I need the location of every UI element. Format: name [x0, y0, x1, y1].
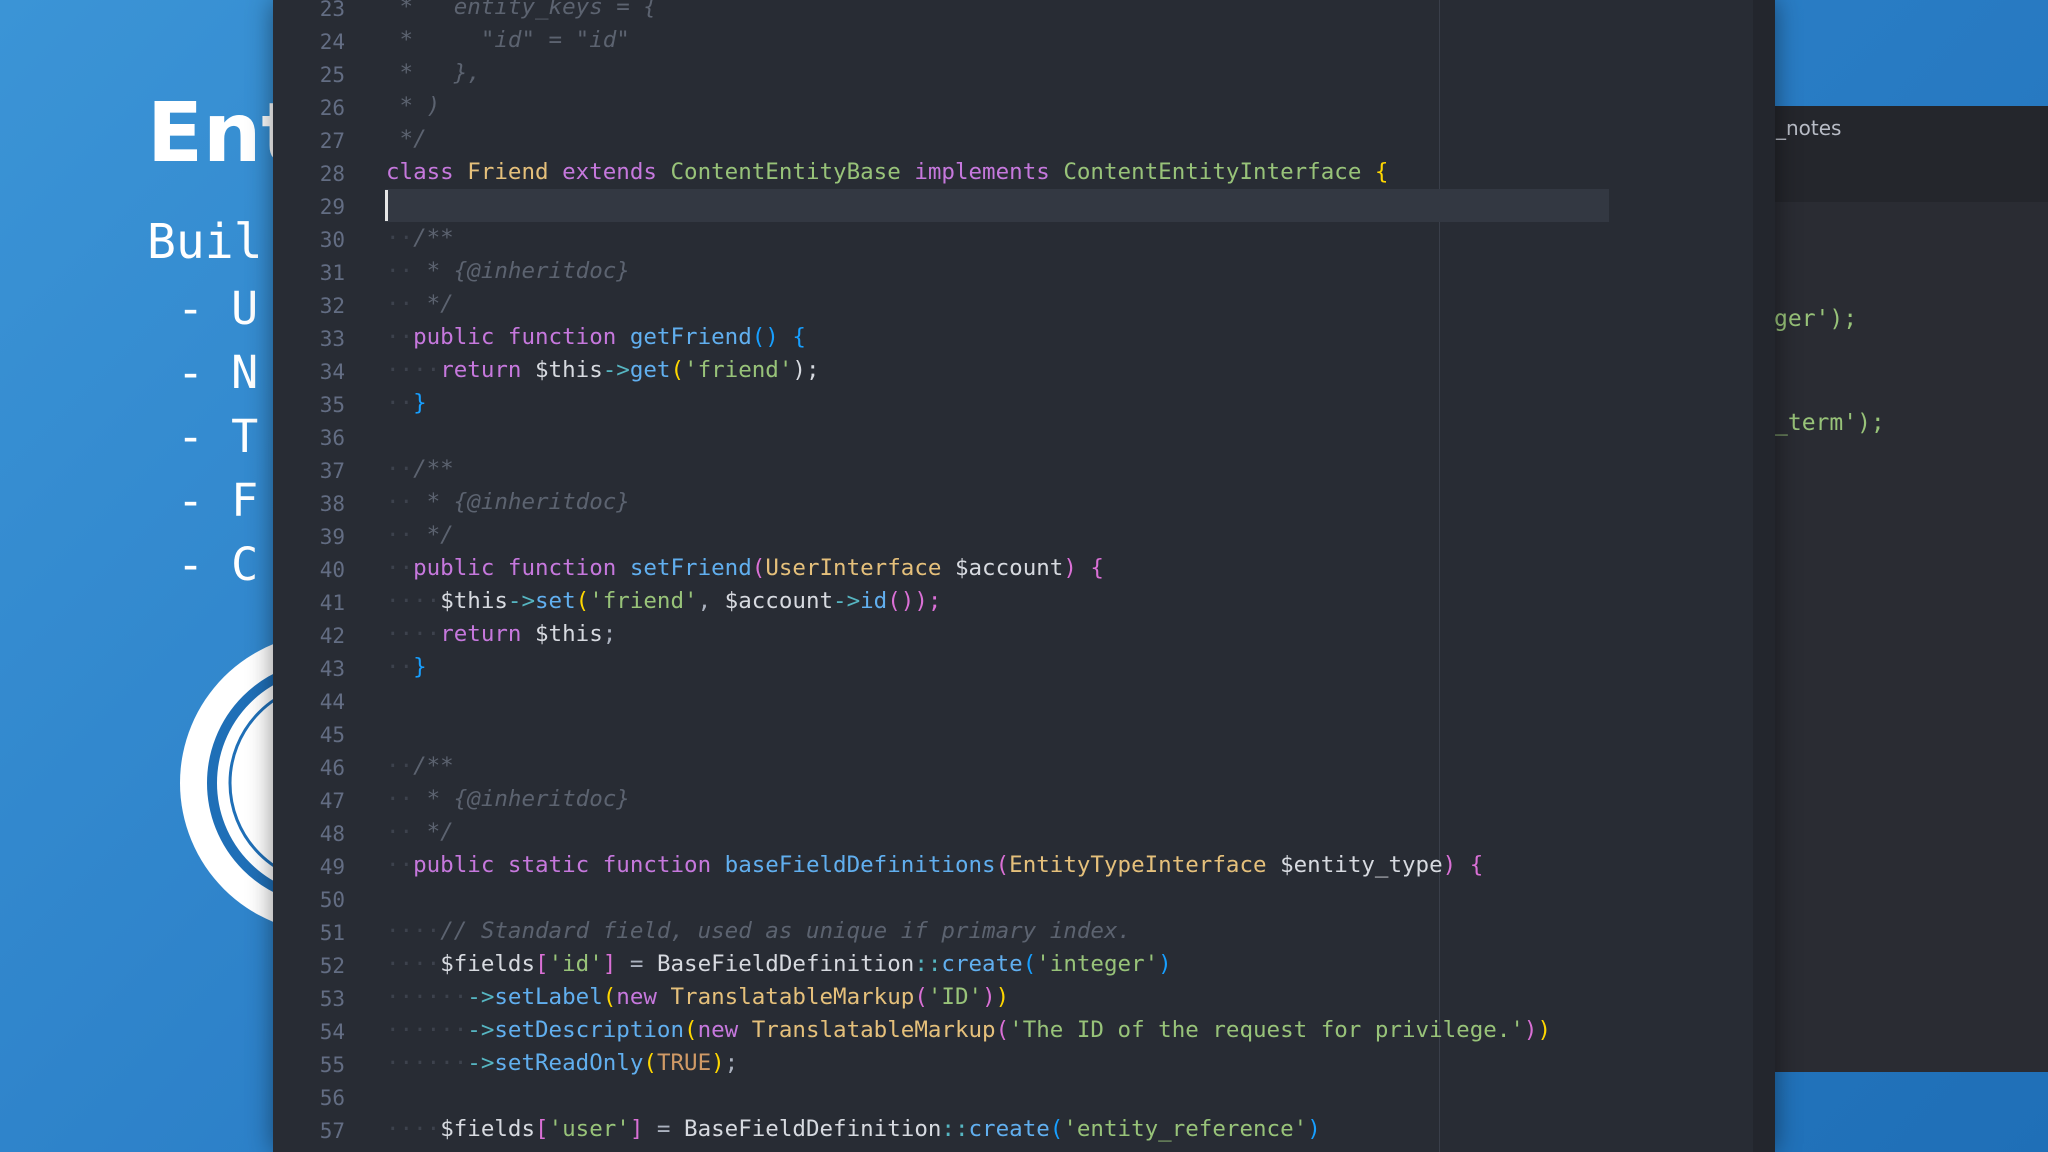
line-number: 44 — [319, 690, 345, 714]
line-number: 27 — [319, 129, 345, 153]
line-number: 53 — [319, 987, 345, 1011]
line-number: 49 — [319, 855, 345, 879]
line-number: 51 — [319, 921, 345, 945]
code-line: ··public function getFriend() { — [386, 324, 806, 350]
slide-bullet: - N — [177, 346, 259, 399]
code-line: ·· * {@inheritdoc} — [386, 786, 630, 812]
code-line: ··} — [386, 390, 427, 416]
code-line: ····$this->set('friend', $account->id())… — [386, 588, 942, 614]
text-caret — [385, 190, 388, 221]
line-number: 24 — [319, 30, 345, 54]
line-number: 57 — [319, 1119, 345, 1143]
slide-subtitle: Buil — [147, 214, 263, 270]
line-number: 47 — [319, 789, 345, 813]
code-line: class Friend extends ContentEntityBase i… — [386, 159, 1389, 185]
code-line: ·· * {@inheritdoc} — [386, 489, 630, 515]
code-line: ··/** — [386, 456, 454, 482]
editor-scrollbar[interactable] — [1753, 0, 1775, 1152]
code-line: ··public function setFriend(UserInterfac… — [386, 555, 1104, 581]
line-number: 46 — [319, 756, 345, 780]
line-number: 43 — [319, 657, 345, 681]
tab-notes[interactable]: _notes — [1776, 116, 1841, 140]
code-line: ······->setReadOnly(TRUE); — [386, 1050, 739, 1076]
line-number: 31 — [319, 261, 345, 285]
code-line: * entity_keys = { — [386, 0, 657, 20]
line-number: 40 — [319, 558, 345, 582]
line-number: 23 — [319, 0, 345, 21]
line-number: 25 — [319, 63, 345, 87]
line-number: 35 — [319, 393, 345, 417]
slide-bullet: - T — [177, 410, 259, 463]
wrap-guide — [1439, 0, 1440, 1152]
line-number: 54 — [319, 1020, 345, 1044]
line-number: 52 — [319, 954, 345, 978]
code-line: ····// Standard field, used as unique if… — [386, 918, 1132, 944]
code-line: ·· * {@inheritdoc} — [386, 258, 630, 284]
line-number: 36 — [319, 426, 345, 450]
line-number: 56 — [319, 1086, 345, 1110]
line-number: 33 — [319, 327, 345, 351]
line-number: 32 — [319, 294, 345, 318]
code-line: ·· */ — [386, 819, 454, 845]
line-number: 42 — [319, 624, 345, 648]
line-number: 48 — [319, 822, 345, 846]
line-number: 30 — [319, 228, 345, 252]
code-line: ····return $this; — [386, 621, 617, 647]
line-number: 34 — [319, 360, 345, 384]
secondary-code-line: ger'); — [1774, 306, 1858, 332]
line-number: 26 — [319, 96, 345, 120]
line-number: 39 — [319, 525, 345, 549]
line-number: 29 — [319, 195, 345, 219]
code-line: ··public static function baseFieldDefini… — [386, 852, 1484, 878]
line-number: 45 — [319, 723, 345, 747]
code-editor[interactable]: 23 24 25 26 27 28 29 30 31 32 33 34 35 3… — [273, 0, 1775, 1152]
code-line: ··/** — [386, 753, 454, 779]
secondary-code-line: _term'); — [1774, 410, 1885, 436]
line-number: 55 — [319, 1053, 345, 1077]
slide-bullet: - C — [177, 538, 259, 591]
slide-bullet: - U — [177, 282, 259, 335]
code-line: */ — [386, 126, 427, 152]
code-line: * ) — [386, 93, 441, 119]
secondary-tab-bar: _notes — [1760, 106, 2048, 202]
code-line: ·· */ — [386, 522, 454, 548]
code-line: ··/** — [386, 225, 454, 251]
line-number: 41 — [319, 591, 345, 615]
line-number: 50 — [319, 888, 345, 912]
line-number: 28 — [319, 162, 345, 186]
code-line: ·· */ — [386, 291, 454, 317]
code-line: ····$fields['id'] = BaseFieldDefinition:… — [386, 951, 1172, 977]
code-line: * }, — [386, 60, 481, 86]
code-line: ······->setLabel(new TranslatableMarkup(… — [386, 984, 1010, 1010]
code-line: ······->setDescription(new TranslatableM… — [386, 1017, 1552, 1043]
current-line-highlight — [385, 189, 1609, 222]
slide-bullet: - F — [177, 474, 259, 527]
code-line: ····$fields['user'] = BaseFieldDefinitio… — [386, 1116, 1321, 1142]
line-number: 37 — [319, 459, 345, 483]
code-line: * "id" = "id" — [386, 27, 630, 53]
line-number: 38 — [319, 492, 345, 516]
code-line: ····return $this->get('friend'); — [386, 357, 820, 383]
code-line: ··} — [386, 654, 427, 680]
secondary-editor-window: _notes ger'); _term'); — [1760, 106, 2048, 1072]
